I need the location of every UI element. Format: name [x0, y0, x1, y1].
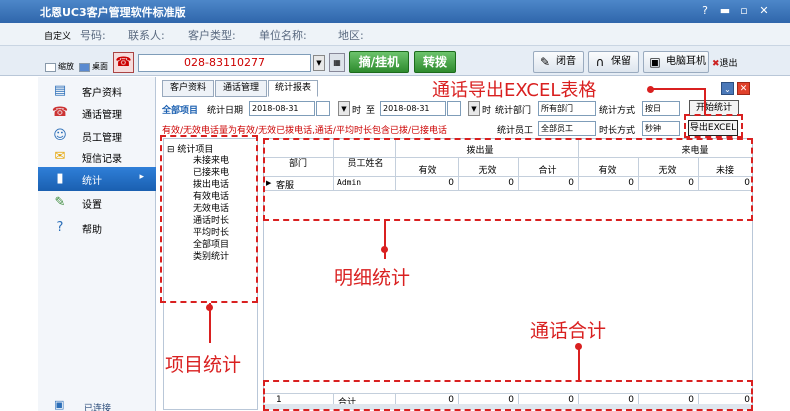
- date-from-picker[interactable]: [316, 101, 330, 116]
- shrink-label: 缩放: [58, 62, 74, 71]
- stat-date-label: 统计日期: [207, 106, 244, 116]
- phone-number-input[interactable]: 028-83110277: [138, 54, 311, 72]
- hold-button[interactable]: ∩ 保留: [588, 51, 639, 73]
- panel-collapse-icon[interactable]: ⌄: [721, 82, 734, 95]
- customer-type-label: 客户类型:: [188, 29, 236, 42]
- pc-headset-label: 电脑耳机: [666, 56, 706, 67]
- settings-icon: ✎: [54, 195, 66, 210]
- export-excel-pointer-v: [704, 88, 706, 115]
- to-label: 至: [366, 106, 376, 116]
- export-excel-pointer-h: [652, 88, 706, 90]
- mute-button[interactable]: ✎ 闭音: [533, 51, 584, 73]
- contact-label: 联系人:: [128, 29, 165, 42]
- panel-close-icon[interactable]: ✕: [737, 82, 750, 95]
- sidebar-item-statistics[interactable]: ▮ 统计 ▸: [38, 167, 156, 191]
- detail-stats-annotation: 明细统计: [334, 267, 411, 289]
- export-excel-highlight: [684, 114, 743, 138]
- region-label: 地区:: [338, 29, 364, 42]
- sidebar-item-customers[interactable]: ▤ 客户资料: [38, 79, 156, 103]
- detail-stats-highlight: [263, 138, 753, 221]
- staff-select[interactable]: 全部员工: [538, 121, 596, 136]
- hold-label: 保留: [611, 56, 631, 67]
- connection-status: ▣ 已连接: [54, 398, 144, 411]
- envelope-icon: ✉: [54, 149, 66, 164]
- title-bar: 北恩UC3客户管理软件标准版 ? ▬ ▫ ✕: [0, 0, 790, 23]
- close-icon[interactable]: ✕: [757, 4, 771, 18]
- sidebar-item-sms[interactable]: ✉ 短信记录: [38, 145, 156, 169]
- sidebar-item-help[interactable]: ? 帮助: [38, 216, 156, 240]
- date-from-input[interactable]: 2018-08-31: [249, 101, 315, 116]
- all-items-label: 全部项目: [162, 106, 199, 116]
- dept-select[interactable]: 所有部门: [538, 101, 596, 116]
- headset-icon: ∩: [595, 55, 605, 69]
- exit-label: 退出: [719, 59, 738, 69]
- computer-icon: ▣: [649, 55, 661, 69]
- method-label: 统计方式: [599, 106, 636, 116]
- mute-icon: ✎: [539, 55, 551, 69]
- detail-stats-pointer: [384, 221, 386, 259]
- sidebar-item-label: 通话管理: [82, 110, 122, 121]
- method-select[interactable]: 按日: [642, 101, 680, 116]
- desktop-label: 桌面: [92, 62, 108, 71]
- sidebar-item-settings[interactable]: ✎ 设置: [38, 191, 156, 215]
- staff-label: 统计员工: [497, 126, 534, 136]
- sidebar-item-label: 统计: [82, 176, 102, 187]
- contacts-icon: ▤: [53, 83, 67, 98]
- tab-customers[interactable]: 客户资料: [162, 80, 214, 97]
- sidebar-item-label: 短信记录: [82, 154, 122, 165]
- phone-icon[interactable]: ☎: [113, 52, 134, 73]
- bar-chart-icon: ▮: [56, 171, 64, 186]
- hour-label: 时: [352, 106, 362, 116]
- duration-select[interactable]: 秒钟: [642, 121, 680, 136]
- phone-label: 号码:: [80, 29, 106, 42]
- call-total-dot: [575, 343, 582, 350]
- transfer-button[interactable]: 转拨: [414, 51, 456, 73]
- item-stats-dot: [206, 304, 213, 311]
- sidebar-item-calls[interactable]: ☎ 通话管理: [38, 101, 156, 125]
- phone-dropdown-arrow-icon[interactable]: ▼: [313, 55, 325, 71]
- keypad-icon[interactable]: ▦: [329, 53, 345, 72]
- staff-icon: ☺: [53, 128, 67, 143]
- exit-icon: ✖: [712, 59, 720, 69]
- phone-icon: ☎: [51, 105, 69, 120]
- shrink-checkbox[interactable]: [45, 63, 56, 72]
- sidebar-item-label: 帮助: [82, 225, 102, 236]
- hour-label-2: 时: [482, 106, 492, 116]
- call-total-pointer: [578, 345, 580, 380]
- call-total-highlight: [263, 380, 753, 411]
- sidebar-item-label: 设置: [82, 200, 102, 211]
- mute-label: 闭音: [556, 56, 576, 67]
- sidebar-item-label: 客户资料: [82, 88, 122, 99]
- item-stats-annotation: 项目统计: [165, 354, 242, 376]
- monitor-icon: ▣: [54, 398, 65, 411]
- duration-label: 时长方式: [599, 126, 636, 136]
- desktop-checkbox[interactable]: [79, 63, 90, 72]
- hour-to-dropdown[interactable]: ▼: [468, 101, 480, 116]
- custom-label: 自定义: [44, 32, 72, 42]
- export-excel-annotation: 通话导出EXCEL表格: [432, 80, 597, 101]
- help-icon: ?: [56, 220, 64, 235]
- company-label: 单位名称:: [259, 29, 307, 42]
- customer-info-bar: 自定义 号码: 联系人: 客户类型: 单位名称: 地区:: [0, 23, 790, 46]
- pickup-hangup-button[interactable]: 摘/挂机: [349, 51, 409, 73]
- sidebar-item-label: 员工管理: [82, 133, 122, 144]
- item-stats-highlight: [160, 135, 258, 303]
- minimize-icon[interactable]: ▬: [718, 4, 732, 18]
- tab-calls[interactable]: 通话管理: [215, 80, 267, 97]
- maximize-icon[interactable]: ▫: [737, 4, 751, 18]
- detail-stats-dot: [381, 246, 388, 253]
- tab-statistics[interactable]: 统计报表: [268, 80, 318, 97]
- help-window-icon[interactable]: ?: [698, 4, 712, 18]
- connection-status-text: 已连接: [84, 404, 112, 411]
- exit-button[interactable]: ✖退出: [712, 56, 738, 69]
- pc-headset-button[interactable]: ▣ 电脑耳机: [643, 51, 709, 73]
- dept-label: 统计部门: [495, 106, 532, 116]
- date-to-input[interactable]: 2018-08-31: [380, 101, 446, 116]
- call-total-annotation: 通话合计: [530, 320, 607, 342]
- chevron-right-icon: ▸: [139, 172, 144, 182]
- hour-from-dropdown[interactable]: ▼: [338, 101, 350, 116]
- date-to-picker[interactable]: [447, 101, 461, 116]
- window-title: 北恩UC3客户管理软件标准版: [40, 6, 186, 19]
